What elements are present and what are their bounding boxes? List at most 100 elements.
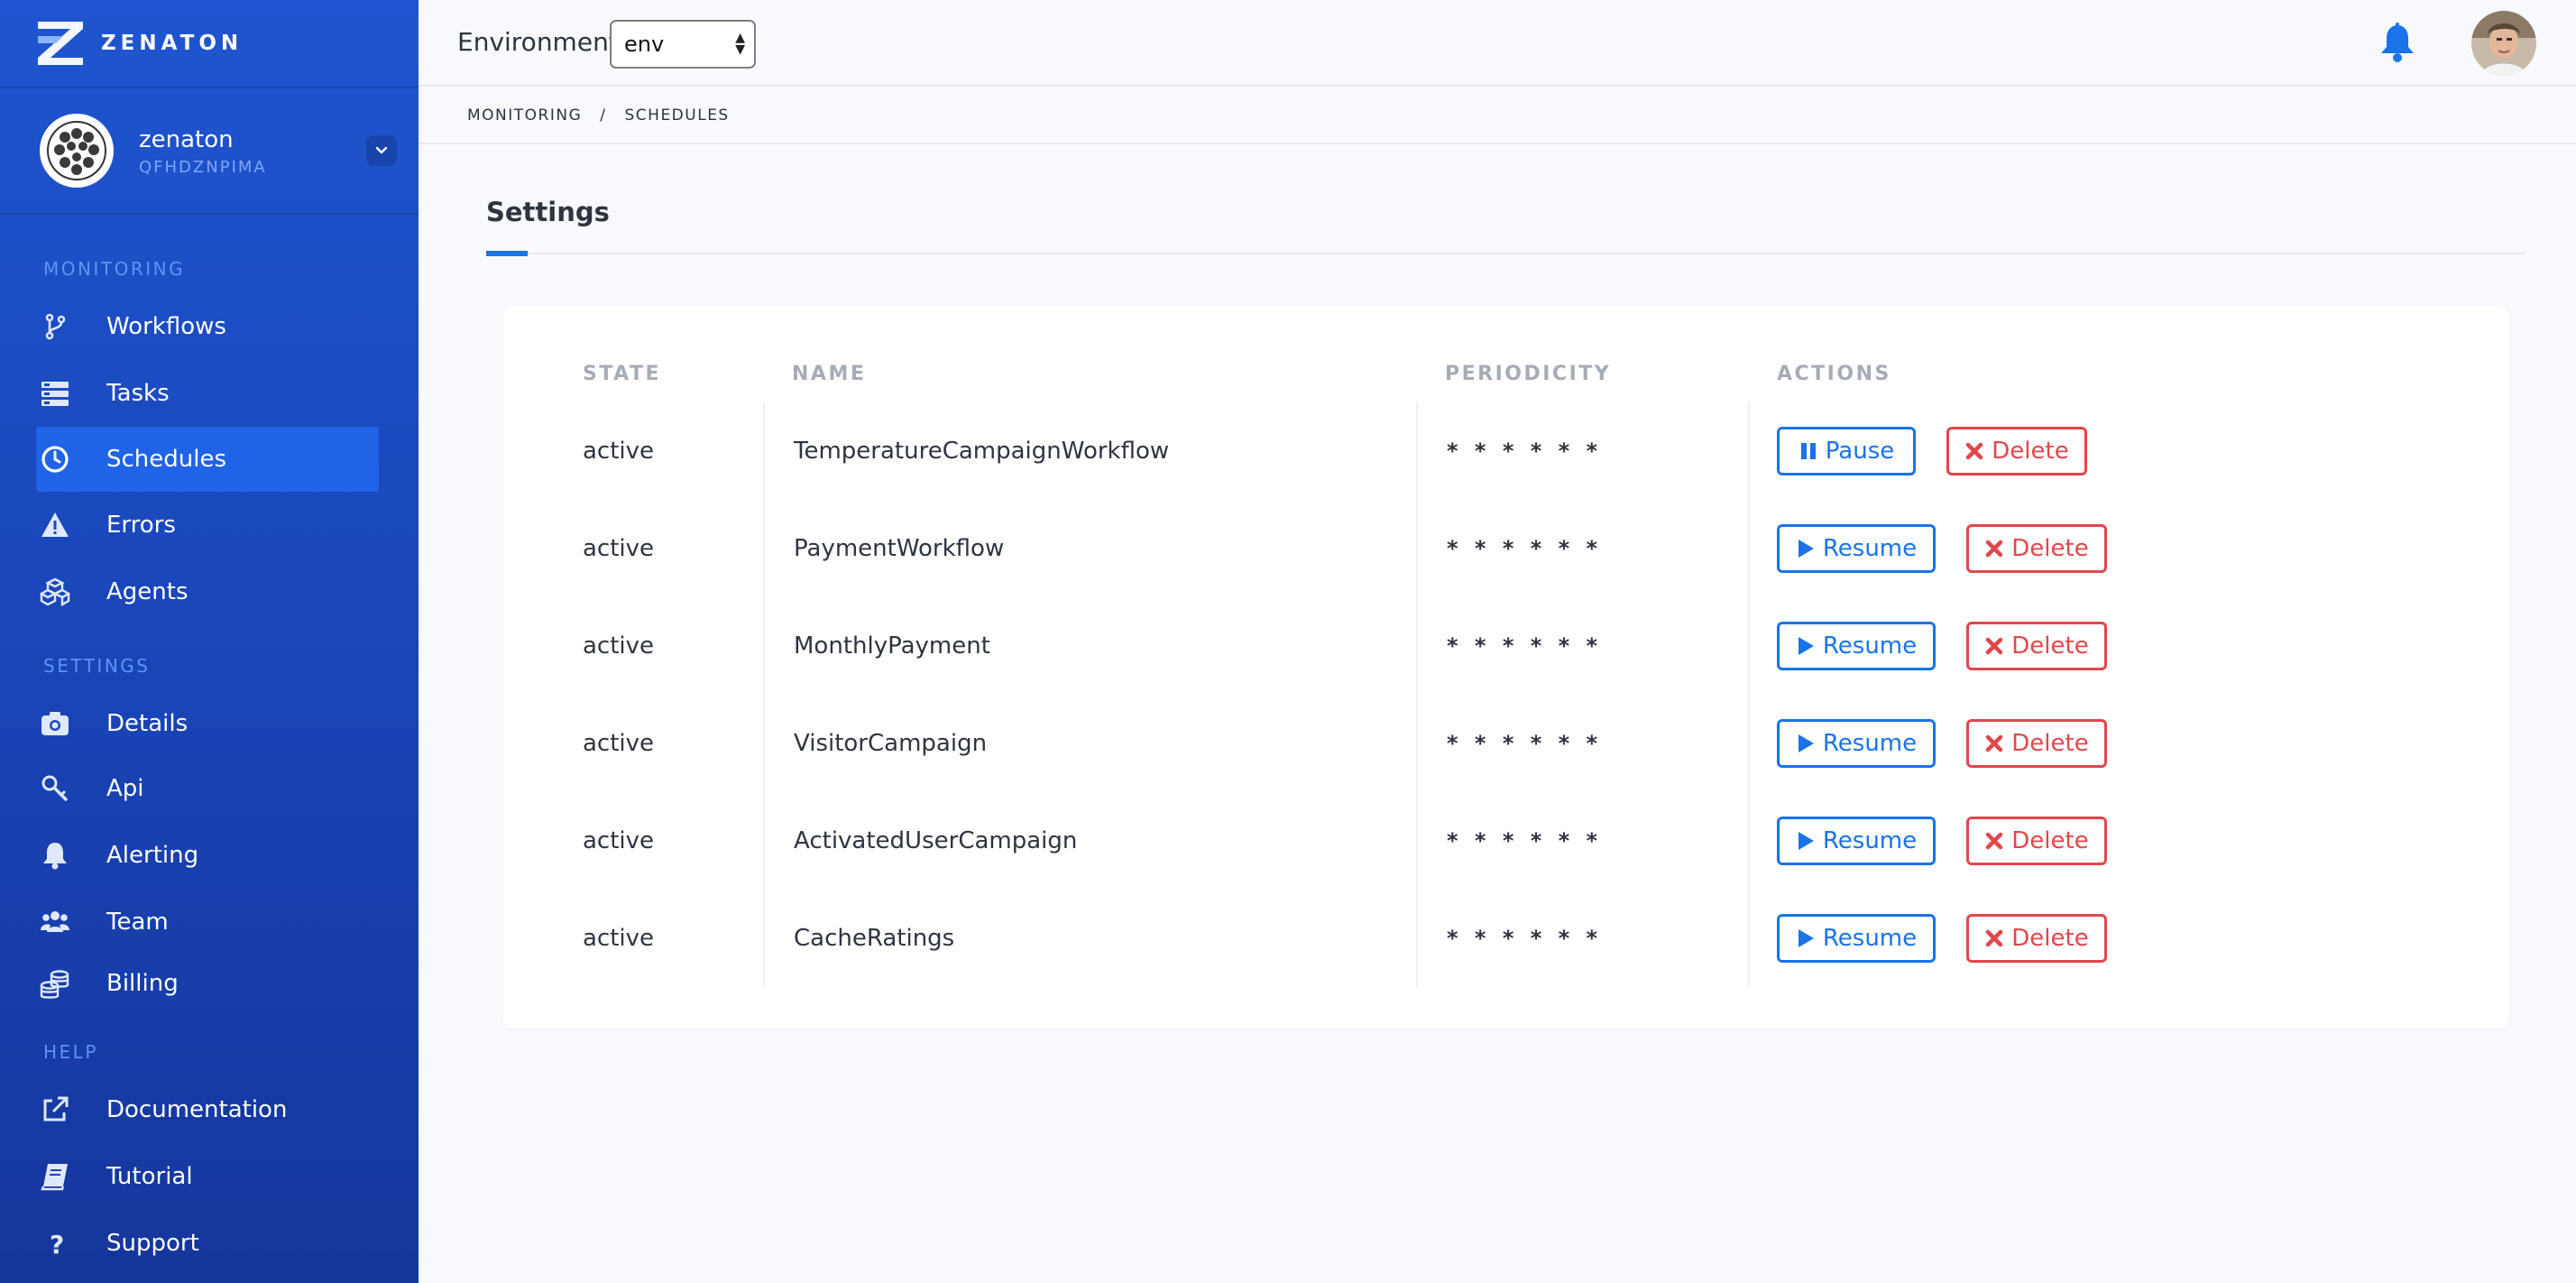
sidebar-item-tasks[interactable]: Tasks [36, 361, 379, 426]
resume-button-label: Resume [1822, 632, 1918, 660]
delete-button[interactable]: Delete [1966, 719, 2107, 768]
resume-button[interactable]: Resume [1777, 914, 1936, 963]
column-header-actions: ACTIONS [1777, 363, 1891, 385]
sidebar-item-agents[interactable]: Agents [36, 559, 379, 624]
state-cell: active [583, 632, 655, 660]
delete-button-label: Delete [2011, 925, 2089, 952]
cubes-icon [40, 577, 83, 607]
delete-button[interactable]: Delete [1966, 524, 2107, 573]
users-icon [40, 907, 83, 937]
breadcrumb-monitoring[interactable]: MONITORING [467, 106, 582, 125]
bell-icon [40, 840, 83, 871]
table-row: active VisitorCampaign * * * * * * Resum… [568, 695, 2192, 792]
delete-button[interactable]: Delete [1966, 622, 2107, 670]
sidebar-item-details[interactable]: Details [36, 691, 379, 756]
delete-button[interactable]: Delete [1966, 817, 2107, 865]
cell-separator [1748, 695, 1750, 792]
name-cell: CacheRatings [763, 890, 954, 987]
divider [419, 143, 2576, 144]
sidebar-item-schedules[interactable]: Schedules [36, 427, 379, 492]
sidebar-item-label: Support [106, 1230, 199, 1257]
sidebar-item-errors[interactable]: Errors [36, 493, 379, 558]
brand[interactable]: ZENATON [36, 20, 243, 67]
coins-icon [40, 968, 83, 999]
cell-separator [1748, 597, 1750, 695]
select-arrows-icon: ▲ ▼ [735, 31, 745, 57]
warning-icon [40, 510, 83, 540]
name-cell: TemperatureCampaignWorkflow [763, 402, 1169, 500]
book-icon [40, 1161, 83, 1192]
play-icon [1798, 540, 1814, 558]
sidebar-item-tutorial[interactable]: Tutorial [36, 1144, 379, 1209]
delete-button-label: Delete [2011, 535, 2089, 562]
sidebar-item-label: Details [106, 710, 189, 737]
name-cell: VisitorCampaign [763, 695, 987, 792]
close-icon [1966, 442, 1983, 460]
resume-button-label: Resume [1822, 925, 1918, 952]
table-row: active ActivatedUserCampaign * * * * * *… [568, 792, 2192, 890]
org-avatar [40, 114, 114, 188]
top-bar: Environment env ▲ ▼ [419, 0, 2576, 87]
sidebar-item-label: Team [106, 909, 169, 936]
periodicity-cell: * * * * * * [1416, 500, 1602, 597]
notifications-bell-icon[interactable] [2376, 22, 2419, 65]
resume-button[interactable]: Resume [1777, 817, 1936, 865]
cell-separator [1748, 402, 1750, 500]
table-row: active TemperatureCampaignWorkflow * * *… [568, 402, 2192, 500]
resume-button[interactable]: Resume [1777, 622, 1936, 670]
org-name: zenaton [139, 125, 234, 153]
org-logo-icon [47, 121, 106, 180]
section-label-settings: SETTINGS [43, 655, 151, 677]
sidebar-item-label: Billing [106, 970, 179, 997]
name-cell: PaymentWorkflow [763, 500, 1004, 597]
breadcrumb-schedules: SCHEDULES [624, 106, 730, 125]
camera-icon [40, 708, 83, 739]
resume-button[interactable]: Resume [1777, 524, 1936, 573]
periodicity-cell: * * * * * * [1416, 792, 1602, 890]
tasks-icon [40, 378, 83, 409]
page-title: Settings [486, 197, 610, 227]
key-icon [40, 773, 83, 804]
sidebar-item-documentation[interactable]: Documentation [36, 1077, 379, 1142]
close-icon [1986, 734, 2003, 752]
sidebar-item-label: Workflows [106, 313, 226, 340]
account-switcher[interactable]: zenaton QFHDZNPIMA [40, 114, 397, 188]
sidebar-item-alerting[interactable]: Alerting [36, 823, 379, 888]
sidebar-item-label: Api [106, 775, 144, 802]
state-cell: active [583, 438, 655, 465]
pause-icon [1800, 443, 1816, 459]
chevron-down-icon [375, 146, 388, 154]
name-cell: ActivatedUserCampaign [763, 792, 1077, 890]
periodicity-cell: * * * * * * [1416, 597, 1602, 695]
user-avatar[interactable] [2471, 11, 2536, 76]
question-icon: ? [40, 1228, 83, 1259]
divider [0, 87, 419, 88]
divider [486, 253, 2525, 254]
name-cell: MonthlyPayment [763, 597, 990, 695]
cell-separator [1748, 792, 1750, 890]
column-header-name: NAME [792, 363, 867, 385]
pause-button[interactable]: Pause [1777, 427, 1916, 475]
sidebar-item-support[interactable]: ? Support [36, 1211, 379, 1276]
environment-select[interactable]: env ▲ ▼ [610, 20, 756, 69]
sidebar-item-billing[interactable]: Billing [36, 951, 379, 1016]
org-dropdown-toggle[interactable] [366, 135, 397, 166]
table-row: active CacheRatings * * * * * * Resume D… [568, 890, 2192, 987]
delete-button[interactable]: Delete [1946, 427, 2087, 475]
state-cell: active [583, 535, 655, 562]
sidebar-item-workflows[interactable]: Workflows [36, 294, 379, 359]
delete-button[interactable]: Delete [1966, 914, 2107, 963]
resume-button[interactable]: Resume [1777, 719, 1936, 768]
table-row: active PaymentWorkflow * * * * * * Resum… [568, 500, 2192, 597]
cell-separator [1748, 500, 1750, 597]
sidebar-item-team[interactable]: Team [36, 890, 379, 955]
breadcrumb-separator: / [600, 106, 607, 125]
sidebar-item-api[interactable]: Api [36, 756, 379, 821]
close-icon [1986, 929, 2003, 947]
delete-button-label: Delete [2011, 632, 2089, 660]
play-icon [1798, 832, 1814, 850]
brand-name: ZENATON [101, 32, 244, 55]
sidebar: ZENATON zenaton QFHDZNPIMA MONITORING Wo… [0, 0, 419, 1283]
external-link-icon [40, 1094, 83, 1125]
periodicity-cell: * * * * * * [1416, 695, 1602, 792]
